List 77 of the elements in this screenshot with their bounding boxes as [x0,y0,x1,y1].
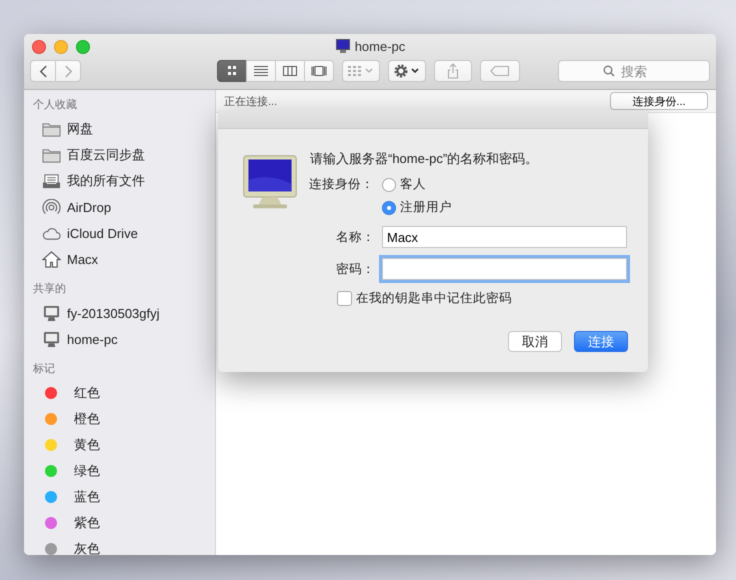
sidebar-label: 橙色 [74,410,100,428]
sidebar-item[interactable]: 蓝色 [24,484,215,510]
view-mode-button[interactable] [217,60,247,82]
view-mode-button[interactable] [304,60,334,82]
sidebar-label: 紫色 [74,514,100,532]
sidebar-heading: 个人收藏 [32,98,78,113]
documents-icon [42,172,61,190]
connect-as-button[interactable]: 连接身份... [610,92,708,110]
sidebar-label: 百度云同步盘 [67,146,145,164]
sidebar-label: 红色 [74,384,100,402]
dialog-message: 请输入服务器“home-pc”的名称和密码。 [310,150,540,168]
sidebar-item[interactable]: 绿色 [24,458,215,484]
arrange-button[interactable] [342,60,380,82]
columns-icon [282,65,298,77]
monitor-icon [334,38,351,54]
sidebar-label: 绿色 [74,462,100,480]
sidebar-label: 灰色 [74,540,100,555]
sidebar-label: AirDrop [67,200,112,214]
window-title: home-pc [354,38,406,54]
sidebar-label: home-pc [67,332,118,346]
sidebar-label: fy-20130503gfyj [67,306,160,320]
cancel-button[interactable]: 取消 [508,331,562,352]
sidebar-item[interactable]: Macx [24,246,215,272]
share-button[interactable] [434,60,472,82]
radio-option[interactable]: 客人 [382,176,452,193]
sidebar-heading: 标记 [32,362,56,377]
chevron-left-icon [38,64,48,78]
monitor-icon [42,330,61,348]
list-icon [253,65,269,77]
sidebar-item[interactable]: 我的所有文件 [24,168,215,194]
radio-option[interactable]: 注册用户 [382,199,452,216]
zoom-button[interactable] [76,40,90,54]
connect-button[interactable]: 连接 [574,331,628,352]
sidebar-item[interactable]: 紫色 [24,510,215,536]
text-field[interactable]: Macx [382,226,627,248]
field-label: 密码： [335,260,376,278]
monitor-icon [42,304,61,322]
sidebar-label: 蓝色 [74,488,100,506]
chevron-right-icon [64,64,72,78]
sidebar-item[interactable]: AirDrop [24,194,215,220]
gallery-icon [311,65,327,77]
search-field[interactable]: 搜索 [558,60,710,82]
search-icon [603,65,615,77]
sidebar-item[interactable]: 百度云同步盘 [24,142,215,168]
sidebar-label: 我的所有文件 [67,172,145,190]
folder-icon [42,120,61,138]
folder-icon [42,146,61,164]
minimize-button[interactable] [54,40,68,54]
connect-as-label: 连接身份： [309,176,375,193]
sidebar-item[interactable]: iCloud Drive [24,220,215,246]
sidebar-label: 黄色 [74,436,100,454]
sidebar-item[interactable]: fy-20130503gfyj [24,300,215,326]
text-field[interactable] [382,258,627,280]
tag-icon [490,65,510,77]
sidebar-label: 网盘 [67,120,93,138]
sidebar-label: Macx [67,252,98,266]
airdrop-icon [42,198,61,216]
remember-checkbox[interactable]: 在我的钥匙串中记住此密码 [337,290,627,307]
view-mode-button[interactable] [275,60,305,82]
gear-icon [393,63,421,79]
status-text: 正在连接... [224,94,278,108]
sidebar-item[interactable]: 橙色 [24,406,215,432]
share-icon [447,63,459,79]
sidebar-item[interactable]: 红色 [24,380,215,406]
sidebar-item[interactable]: 灰色 [24,536,215,555]
back-button[interactable] [30,60,56,82]
tag-button[interactable] [480,60,520,82]
action-button[interactable] [388,60,426,82]
sidebar-item[interactable]: 黄色 [24,432,215,458]
house-icon [42,250,61,268]
view-mode-button[interactable] [246,60,276,82]
grid-dropdown-icon [347,65,375,77]
sidebar-item[interactable]: 网盘 [24,116,215,142]
close-button[interactable] [32,40,46,54]
sidebar-label: iCloud Drive [67,226,138,240]
sidebar-item[interactable]: home-pc [24,326,215,352]
sidebar-heading: 共享的 [32,282,67,297]
